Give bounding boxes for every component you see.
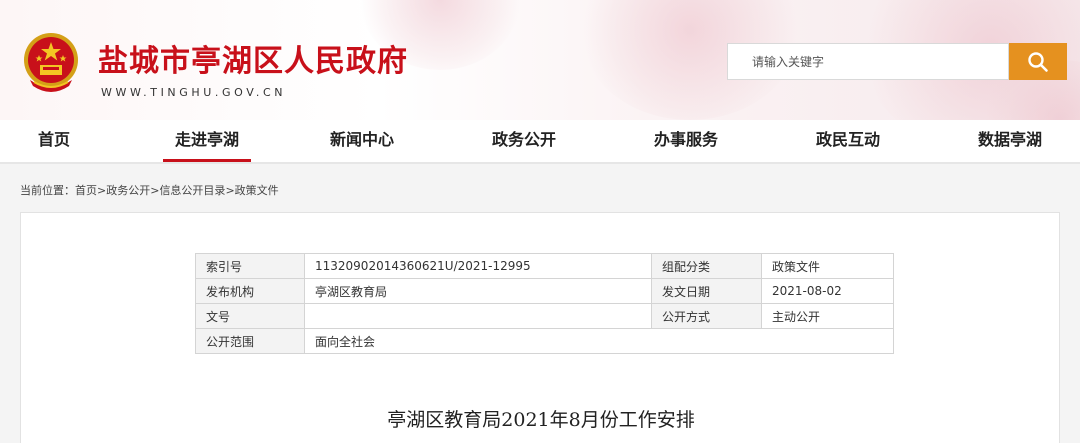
site-header: 盐城市亭湖区人民政府 WWW.TINGHU.GOV.CN: [0, 0, 1080, 120]
breadcrumb-separator: >: [97, 184, 107, 197]
table-row: 公开范围 面向全社会: [195, 328, 894, 354]
info-label-scope: 公开范围: [195, 328, 305, 354]
info-label-index: 索引号: [195, 253, 305, 279]
site-domain: WWW.TINGHU.GOV.CN: [101, 86, 287, 99]
info-value-date: 2021-08-02: [761, 278, 894, 304]
breadcrumb-separator: >: [225, 184, 235, 197]
nav-item-gov-affairs[interactable]: 政务公开: [480, 120, 568, 162]
breadcrumb-item-gov-affairs[interactable]: 政务公开: [106, 184, 150, 197]
breadcrumb-prefix: 当前位置：: [20, 184, 75, 197]
site-title[interactable]: 盐城市亭湖区人民政府: [98, 36, 408, 80]
info-label-disclosure-method: 公开方式: [651, 303, 762, 329]
info-label-publisher: 发布机构: [195, 278, 305, 304]
info-label-doc-number: 文号: [195, 303, 305, 329]
nav-item-services[interactable]: 办事服务: [642, 120, 730, 162]
info-value-publisher: 亭湖区教育局: [304, 278, 652, 304]
document-info-table: 索引号 11320902014360621U/2021-12995 组配分类 政…: [195, 253, 894, 354]
nav-item-news[interactable]: 新闻中心: [318, 120, 406, 162]
search-box: [727, 43, 1009, 80]
info-label-date: 发文日期: [651, 278, 762, 304]
content-panel: 索引号 11320902014360621U/2021-12995 组配分类 政…: [20, 212, 1060, 443]
main-nav: 首页 走进亭湖 新闻中心 政务公开 办事服务 政民互动 数据亭湖: [0, 120, 1080, 164]
national-emblem-icon[interactable]: [20, 30, 82, 98]
breadcrumb: 当前位置：首页>政务公开>信息公开目录>政策文件: [20, 182, 279, 198]
info-label-category: 组配分类: [651, 253, 762, 279]
info-value-disclosure-method: 主动公开: [761, 303, 894, 329]
search-icon: [1028, 51, 1048, 72]
nav-item-about[interactable]: 走进亭湖: [163, 120, 251, 162]
nav-item-data[interactable]: 数据亭湖: [966, 120, 1054, 162]
nav-item-home[interactable]: 首页: [24, 120, 84, 162]
info-value-category: 政策文件: [761, 253, 894, 279]
search-button[interactable]: [1009, 43, 1067, 80]
document-title: 亭湖区教育局2021年8月份工作安排: [387, 409, 695, 431]
table-row: 发布机构 亭湖区教育局 发文日期 2021-08-02: [195, 278, 894, 304]
info-value-index: 11320902014360621U/2021-12995: [304, 253, 652, 279]
breadcrumb-item-catalog[interactable]: 信息公开目录: [159, 184, 225, 197]
table-row: 索引号 11320902014360621U/2021-12995 组配分类 政…: [195, 253, 894, 279]
table-row: 文号 公开方式 主动公开: [195, 303, 894, 329]
info-value-scope: 面向全社会: [304, 328, 894, 354]
nav-item-interaction[interactable]: 政民互动: [804, 120, 892, 162]
breadcrumb-item-home[interactable]: 首页: [75, 184, 97, 197]
search-input[interactable]: [728, 44, 1008, 79]
info-value-doc-number: [304, 303, 652, 329]
breadcrumb-item-policy[interactable]: 政策文件: [235, 184, 279, 197]
